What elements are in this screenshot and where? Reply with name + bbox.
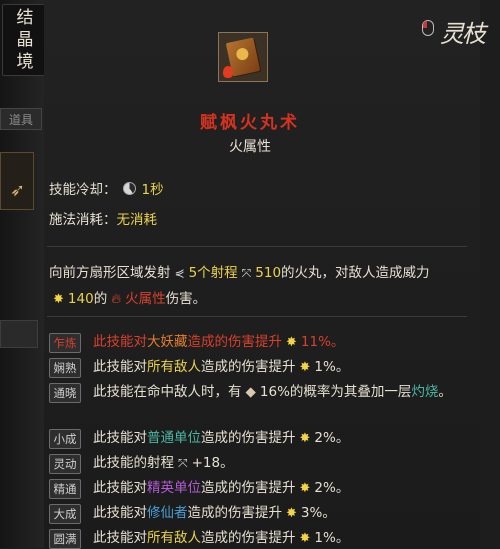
mastery-target: 所有敌人 (147, 530, 201, 546)
divider-2 (47, 316, 467, 317)
realm-char-2: 晶 (16, 30, 34, 50)
mastery-target: 所有敌人 (147, 359, 201, 375)
mastery-value: 1%。 (314, 359, 350, 375)
game-logo: 灵枝 (440, 20, 486, 48)
mastery-text-body: 造成的伤害提升 (201, 359, 296, 375)
skill-book-icon (218, 32, 268, 82)
realm-tag: 结 晶 境 (2, 4, 48, 76)
mastery-target: 修仙者 (147, 505, 188, 521)
mastery-text: 此技能对精英单位造成的伤害提升 ✸ 2%。 (93, 478, 469, 499)
mastery-text-prefix: 此技能对 (93, 359, 147, 375)
mastery-text-prefix: 此技能对 (93, 530, 147, 546)
cooldown-label: 技能冷却： (49, 182, 117, 198)
mastery-badge: 精通 (49, 479, 81, 499)
mastery-value: 灼烧 (411, 384, 439, 400)
mastery-badge: 圆满 (49, 529, 81, 549)
mastery-value: 11%。 (300, 334, 345, 350)
power-icon: ✸ (299, 481, 311, 496)
power-icon: ✸ (299, 531, 311, 546)
mastery-target: 普通单位 (147, 430, 201, 446)
side-backdrop (0, 0, 50, 548)
mastery-text-tail: 。 (438, 384, 452, 400)
skill-name: 赋枫火丸术 (200, 113, 300, 133)
mastery-text: 此技能对所有敌人造成的伤害提升 ✸ 1%。 (93, 357, 469, 378)
range-icon: ⤧ (241, 266, 252, 280)
desc-power: 140 (67, 291, 94, 307)
mastery-bonus-row: 通晓 此技能在命中敌人时，有 ◆ 16%的概率为其叠加一层灼烧。 (49, 382, 469, 403)
mastery-value: +18。 (191, 455, 234, 471)
power-icon: ✸ (299, 360, 311, 375)
mastery-value: 2%。 (314, 430, 350, 446)
mastery-bonus-row: 灵动 此技能的射程 ⤧ +18。 (49, 453, 469, 474)
desc-text-4: 伤害。 (165, 291, 207, 307)
mastery-badge: 大成 (49, 504, 81, 524)
mastery-bonus-row: 乍炼 此技能对大妖藏造成的伤害提升 ✸ 11%。 (49, 332, 469, 353)
mastery-text-body: 造成的伤害提升 (201, 430, 296, 446)
mastery-badge: 娴熟 (49, 358, 81, 378)
desc-text-3: 的 (93, 291, 108, 307)
skill-description: 向前方扇形区域发射 ⋞ 5个射程 ⤧ 510的火丸，对敌人造成威力 ✸ 140的 🔥︎ 火属性伤… (49, 260, 469, 313)
mastery-bonus-row: 小成 此技能对普通单位造成的伤害提升 ✸ 2%。 (49, 428, 469, 449)
cost-row: 施法消耗： 无消耗 (49, 208, 157, 228)
mastery-bonus-row: 大成 此技能对修仙者造成的伤害提升 ✸ 3%。 (49, 503, 469, 524)
mastery-bonus-row: 娴熟 此技能对所有敌人造成的伤害提升 ✸ 1%。 (49, 357, 469, 378)
range-icon: ⤧ (178, 456, 188, 470)
mastery-target: 大妖藏 (147, 334, 188, 350)
mastery-value: 3%。 (300, 505, 336, 521)
mastery-value: 1%。 (314, 530, 350, 546)
mastery-text-body: 造成的伤害提升 (201, 480, 296, 496)
mastery-badge: 通晓 (49, 383, 81, 403)
mastery-text-body: 16%的概率为其叠加一层 (259, 384, 412, 400)
fan-icon: ⋞ (174, 266, 185, 280)
feather-icon: ➶ (10, 180, 26, 201)
power-icon: ✸ (299, 431, 311, 446)
mastery-text-prefix: 此技能的射程 (93, 455, 174, 471)
skill-attribute: 火属性 (229, 139, 271, 155)
mastery-text-prefix: 此技能在命中敌人时，有 (93, 384, 242, 400)
realm-char-1: 结 (16, 8, 34, 28)
desc-text-2: 的火丸，对敌人造成威力 (281, 265, 430, 281)
realm-char-3: 境 (16, 52, 34, 72)
power-icon: ✸ (286, 335, 297, 350)
mastery-text-prefix: 此技能对 (93, 430, 147, 446)
mastery-text: 此技能对普通单位造成的伤害提升 ✸ 2%。 (93, 428, 469, 449)
mouse-icon (422, 20, 434, 36)
cost-value: 无消耗 (116, 212, 158, 228)
mastery-text-body: 造成的伤害提升 (187, 505, 283, 521)
mastery-text-prefix: 此技能对 (93, 480, 147, 496)
fire-icon: 🔥︎ (111, 291, 122, 307)
flame-icon (223, 66, 233, 78)
mastery-text-prefix: 此技能对 (93, 334, 147, 350)
mastery-text: 此技能对大妖藏造成的伤害提升 ✸ 11%。 (93, 332, 469, 353)
mastery-text: 此技能对所有敌人造成的伤害提升 ✸ 1%。 (93, 528, 469, 549)
cooldown-icon (122, 181, 136, 195)
mastery-text-body: 造成的伤害提升 (187, 334, 283, 350)
power-icon: ✸ (53, 292, 64, 307)
desc-range: 510 (255, 265, 282, 281)
desc-count: 5个射程 (188, 265, 238, 281)
mastery-text: 此技能对修仙者造成的伤害提升 ✸ 3%。 (93, 503, 469, 524)
mastery-bonus-row: 圆满 此技能对所有敌人造成的伤害提升 ✸ 1%。 (49, 528, 469, 549)
desc-text-1: 向前方扇形区域发射 (49, 265, 171, 281)
mastery-bonus-row: 精通 此技能对精英单位造成的伤害提升 ✸ 2%。 (49, 478, 469, 499)
power-icon: ✸ (286, 506, 297, 521)
mastery-badge: 乍炼 (49, 333, 81, 353)
desc-element: 火属性 (125, 291, 166, 307)
side-item-slot-2[interactable] (0, 320, 38, 348)
mastery-target: 精英单位 (147, 480, 201, 496)
mastery-badge: 小成 (49, 429, 81, 449)
mastery-text: 此技能在命中敌人时，有 ◆ 16%的概率为其叠加一层灼烧。 (93, 382, 469, 402)
cooldown-value: 1秒 (141, 182, 164, 198)
cost-label: 施法消耗： (49, 212, 117, 228)
mastery-text-prefix: 此技能对 (93, 505, 147, 521)
mastery-text-body: 造成的伤害提升 (201, 530, 296, 546)
cooldown-row: 技能冷却： 1秒 (49, 178, 164, 198)
chance-icon: ◆ (245, 384, 256, 400)
mastery-text: 此技能的射程 ⤧ +18。 (93, 453, 469, 473)
mastery-value: 2%。 (314, 480, 350, 496)
divider (47, 246, 467, 247)
mastery-badge: 灵动 (49, 454, 81, 474)
